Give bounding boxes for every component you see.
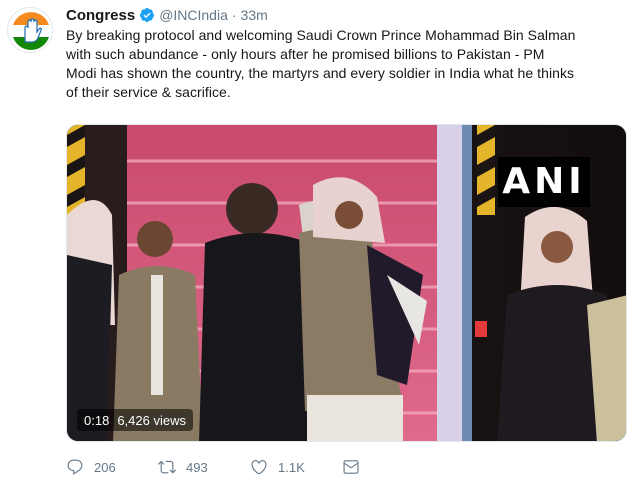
- verified-badge-icon: [139, 7, 155, 23]
- reply-icon: [67, 459, 83, 475]
- separator-dot: ·: [231, 7, 237, 23]
- tweet-text-line: By breaking protocol and welcoming Saudi…: [66, 27, 576, 43]
- tweet-actions: 206 493 1.1K: [66, 456, 406, 478]
- view-count: 6,426 views: [117, 412, 186, 428]
- timestamp[interactable]: 33m: [241, 7, 268, 23]
- tweet-text-line: of their service & sacrifice.: [66, 84, 231, 100]
- direct-message-button[interactable]: [342, 458, 370, 476]
- tweet-text-line: with such abundance - only hours after h…: [66, 46, 545, 62]
- avatar[interactable]: [7, 7, 53, 53]
- envelope-icon: [343, 460, 359, 474]
- retweet-icon: [158, 460, 176, 474]
- video-player[interactable]: ANI 0:18 6,426 views: [66, 124, 627, 442]
- retweet-count: 493: [186, 459, 208, 475]
- reply-button[interactable]: 206: [66, 458, 122, 476]
- like-button[interactable]: 1.1K: [250, 458, 306, 476]
- heart-icon: [251, 460, 267, 475]
- reply-count: 206: [94, 459, 116, 475]
- video-duration: 0:18: [84, 412, 110, 428]
- user-handle[interactable]: @INCIndia: [159, 7, 228, 23]
- tweet-text: By breaking protocol and welcoming Saudi…: [66, 26, 632, 102]
- ani-watermark: ANI: [498, 157, 590, 207]
- tweet-card[interactable]: Congress @INCIndia · 33m By breaking pro…: [0, 0, 640, 484]
- like-count: 1.1K: [278, 459, 305, 475]
- retweet-button[interactable]: 493: [158, 458, 214, 476]
- tweet-header: Congress @INCIndia · 33m: [66, 5, 268, 25]
- congress-hand-logo-icon: [9, 9, 52, 52]
- tweet-text-line: Modi has shown the country, the martyrs …: [66, 65, 575, 81]
- video-info-badge: 0:18 6,426 views: [77, 409, 193, 431]
- display-name[interactable]: Congress: [66, 7, 135, 24]
